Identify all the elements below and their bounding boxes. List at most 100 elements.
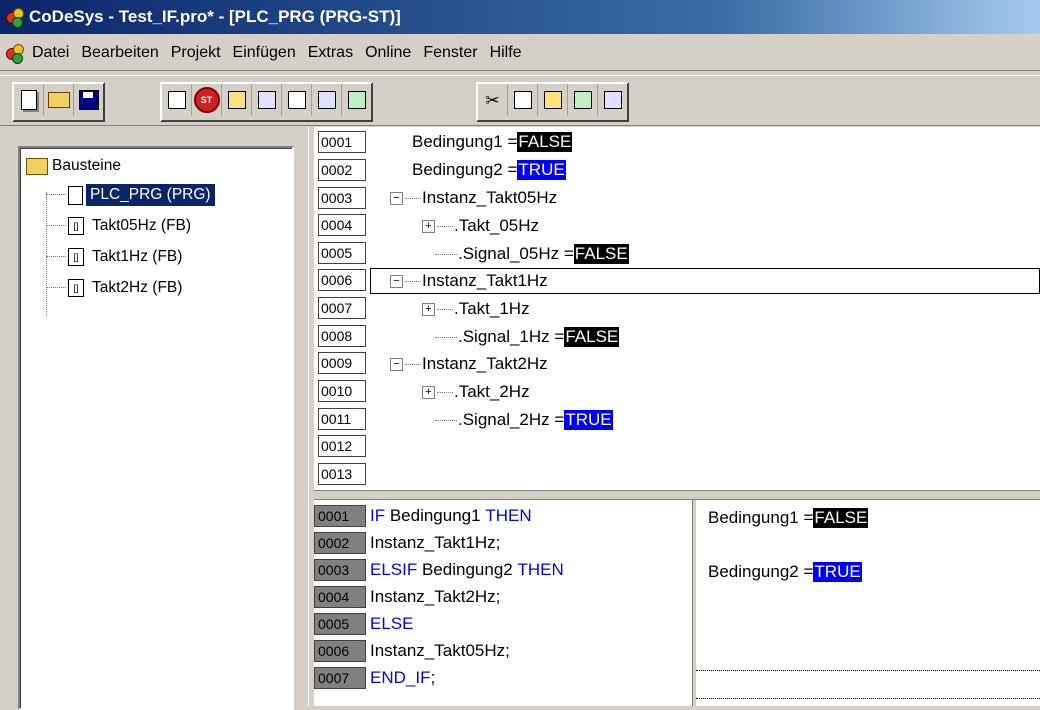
paste-icon[interactable] bbox=[538, 84, 568, 116]
keyword: THEN bbox=[485, 506, 532, 525]
line-number: 0012 bbox=[318, 435, 366, 457]
decl-line-takt2hz[interactable]: + .Takt_2Hz bbox=[422, 378, 530, 406]
menu-online[interactable]: Online bbox=[359, 44, 417, 62]
value-true[interactable]: TRUE bbox=[517, 160, 566, 180]
decl-line-instanz-takt05hz[interactable]: − Instanz_Takt05Hz bbox=[390, 184, 557, 212]
line-number: 0004 bbox=[318, 214, 366, 236]
code-line[interactable]: IF Bedingung1 THEN bbox=[370, 503, 532, 529]
pou-tree[interactable]: Bausteine PLC_PRG (PRG) [] Takt05Hz (FB)… bbox=[18, 146, 294, 710]
decl-line-signal2hz[interactable]: .Signal_2Hz = TRUE bbox=[435, 406, 613, 434]
decl-line-instanz-takt2hz[interactable]: − Instanz_Takt2Hz bbox=[390, 350, 548, 378]
menu-datei[interactable]: Datei bbox=[26, 44, 75, 62]
st-code-editor[interactable]: 0001 0002 0003 0004 0005 0006 0007 IF Be… bbox=[314, 500, 692, 706]
tree-item-takt1hz[interactable]: [] Takt1Hz (FB) bbox=[46, 244, 186, 270]
file-toolbar-group bbox=[12, 82, 105, 122]
breakpoint-icon[interactable] bbox=[252, 84, 282, 116]
collapse-icon[interactable]: − bbox=[390, 274, 403, 288]
function-block-icon: [] bbox=[68, 279, 84, 297]
code-text: ; bbox=[430, 668, 436, 687]
search-icon[interactable] bbox=[568, 84, 598, 116]
code-line[interactable]: Instanz_Takt05Hz; bbox=[370, 638, 510, 664]
function-block-icon: [] bbox=[68, 217, 84, 235]
decl-line-signal1hz[interactable]: .Signal_1Hz = FALSE bbox=[435, 323, 620, 351]
line-number: 0003 bbox=[318, 187, 366, 209]
line-number-gutter: 0001 0002 0003 0004 0005 0006 0007 0008 … bbox=[314, 127, 370, 490]
value-false[interactable]: FALSE bbox=[517, 132, 573, 152]
folder-icon bbox=[26, 157, 48, 175]
line-number: 0010 bbox=[318, 380, 366, 402]
find-icon[interactable] bbox=[342, 84, 371, 116]
monitor-line-bedingung1[interactable]: Bedingung1 = FALSE bbox=[708, 505, 869, 531]
code-line[interactable]: ELSIF Bedingung2 THEN bbox=[370, 557, 564, 583]
line-number: 0011 bbox=[318, 408, 366, 430]
menu-hilfe[interactable]: Hilfe bbox=[484, 44, 528, 62]
member-label: .Signal_2Hz = bbox=[458, 410, 565, 429]
declaration-monitor[interactable]: 0001 0002 0003 0004 0005 0006 0007 0008 … bbox=[314, 127, 1040, 490]
line-number: 0002 bbox=[318, 159, 366, 181]
code-line[interactable]: Instanz_Takt2Hz; bbox=[370, 584, 500, 610]
instance-label: Instanz_Takt1Hz bbox=[422, 271, 548, 290]
code-line[interactable]: ELSE bbox=[370, 611, 413, 637]
code-line[interactable]: END_IF; bbox=[370, 665, 435, 691]
decl-line-bedingung1[interactable]: Bedingung1 = FALSE bbox=[412, 128, 573, 156]
online-toolbar-group: ST bbox=[160, 82, 373, 122]
tree-item-label: PLC_PRG (PRG) bbox=[86, 184, 215, 206]
expand-icon[interactable]: + bbox=[422, 219, 435, 233]
menu-bearbeiten[interactable]: Bearbeiten bbox=[75, 44, 164, 62]
code-text: Bedingung2 bbox=[417, 560, 518, 579]
decl-line-bedingung2[interactable]: Bedingung2 = TRUE bbox=[412, 156, 566, 184]
collapse-icon[interactable]: − bbox=[390, 191, 403, 205]
code-line[interactable]: Instanz_Takt1Hz; bbox=[370, 530, 500, 556]
expand-icon[interactable]: + bbox=[422, 385, 435, 399]
tree-item-takt2hz[interactable]: [] Takt2Hz (FB) bbox=[46, 275, 186, 301]
value-false[interactable]: FALSE bbox=[564, 327, 620, 347]
horizontal-splitter[interactable] bbox=[314, 490, 1040, 500]
collapse-icon[interactable]: − bbox=[390, 357, 403, 371]
decl-line-signal05hz[interactable]: .Signal_05Hz = FALSE bbox=[435, 240, 629, 268]
codesys-app-icon[interactable] bbox=[6, 8, 24, 28]
step-icon[interactable] bbox=[222, 84, 252, 116]
monitoring-pane: Bedingung1 = FALSE Bedingung2 = TRUE bbox=[696, 500, 1040, 706]
decl-line-takt1hz[interactable]: + .Takt_1Hz bbox=[422, 295, 530, 323]
menu-fenster[interactable]: Fenster bbox=[417, 44, 483, 62]
decl-line-instanz-takt1hz[interactable]: − Instanz_Takt1Hz bbox=[390, 267, 548, 295]
value-false[interactable]: FALSE bbox=[813, 508, 869, 528]
menu-einfuegen[interactable]: Einfügen bbox=[227, 44, 302, 62]
document-menu-icon[interactable] bbox=[6, 44, 24, 64]
line-number: 0013 bbox=[318, 463, 366, 485]
keyword: ELSE bbox=[370, 614, 414, 633]
value-true[interactable]: TRUE bbox=[564, 410, 613, 430]
compile-icon[interactable] bbox=[312, 84, 342, 116]
line-number: 0006 bbox=[318, 269, 366, 291]
new-icon[interactable] bbox=[14, 84, 44, 116]
object-organizer: Bausteine PLC_PRG (PRG) [] Takt05Hz (FB)… bbox=[0, 127, 308, 710]
tree-item-label: Takt2Hz (FB) bbox=[92, 279, 183, 296]
value-true[interactable]: TRUE bbox=[813, 562, 862, 582]
expand-icon[interactable]: + bbox=[422, 302, 435, 316]
instance-label: Instanz_Takt2Hz bbox=[422, 354, 548, 373]
stop-icon[interactable]: ST bbox=[192, 84, 222, 116]
value-false[interactable]: FALSE bbox=[573, 244, 629, 264]
save-icon[interactable] bbox=[74, 84, 103, 116]
tree-item-takt05hz[interactable]: [] Takt05Hz (FB) bbox=[46, 213, 195, 239]
menu-extras[interactable]: Extras bbox=[302, 44, 359, 62]
tree-folder-bausteine[interactable]: Bausteine bbox=[26, 153, 121, 179]
tree-item-plc-prg[interactable]: PLC_PRG (PRG) bbox=[46, 182, 215, 208]
decl-line-takt05hz[interactable]: + .Takt_05Hz bbox=[422, 212, 539, 240]
line-number: 0005 bbox=[318, 242, 366, 264]
menu-projekt[interactable]: Projekt bbox=[165, 44, 227, 62]
print-icon[interactable] bbox=[282, 84, 312, 116]
code-line-number: 0001 bbox=[314, 505, 366, 527]
login-icon[interactable] bbox=[162, 84, 192, 116]
code-text: Instanz_Takt1Hz; bbox=[370, 533, 501, 552]
line-number: 0007 bbox=[318, 297, 366, 319]
monitor-line-bedingung2[interactable]: Bedingung2 = TRUE bbox=[708, 559, 862, 585]
window-title: CoDeSys - Test_IF.pro* - [PLC_PRG (PRG-S… bbox=[29, 7, 401, 26]
cut-icon[interactable]: ✂ bbox=[478, 84, 508, 116]
replace-icon[interactable] bbox=[598, 84, 627, 116]
toolbar: ST ✂ bbox=[0, 75, 1040, 126]
variable-label: Bedingung2 = bbox=[708, 562, 814, 581]
open-icon[interactable] bbox=[44, 84, 74, 116]
copy-icon[interactable] bbox=[508, 84, 538, 116]
menu-bar: Datei Bearbeiten Projekt Einfügen Extras… bbox=[0, 36, 1040, 71]
